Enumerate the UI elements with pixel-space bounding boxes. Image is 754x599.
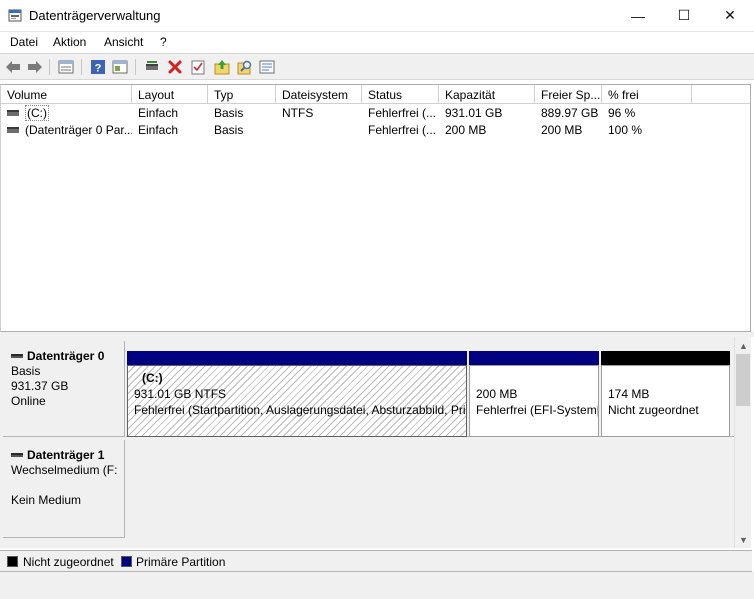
partition-efi-title [476, 370, 598, 386]
disk-management-app-icon [8, 9, 22, 22]
delete-icon[interactable] [166, 58, 184, 76]
legend-label-primary: Primäre Partition [136, 555, 226, 569]
scroll-thumb[interactable] [736, 354, 750, 406]
cell-prozent-frei: 100 % [608, 123, 643, 137]
partition-efi[interactable]: 200 MB Fehlerfrei (EFI-System| [469, 365, 599, 437]
menu-datei[interactable]: Datei [10, 35, 38, 49]
disk-icon [11, 353, 23, 358]
legend-label-unallocated: Nicht zugeordnet [23, 555, 114, 569]
scroll-down-icon[interactable]: ▼ [735, 531, 752, 548]
minimize-button[interactable]: — [615, 0, 661, 31]
cell-status: Fehlerfrei (... [368, 106, 437, 120]
maximize-button[interactable]: ☐ [661, 0, 707, 31]
partition-unallocated-status: Nicht zugeordnet [608, 403, 699, 417]
search-icon[interactable] [236, 58, 254, 76]
menu-aktion[interactable]: Aktion [53, 35, 86, 49]
partition-c[interactable]: (C:) 931.01 GB NTFS Fehlerfrei (Startpar… [127, 365, 467, 437]
disk-1-status: Kein Medium [11, 493, 82, 507]
list-view-icon[interactable] [57, 58, 75, 76]
volume-icon [7, 126, 19, 133]
status-bar [0, 572, 754, 599]
cell-volume: (Datenträger 0 Par... [25, 123, 132, 137]
column-header-status[interactable]: Status [362, 85, 439, 104]
cell-volume: (C:) [25, 105, 49, 121]
legend: Nicht zugeordnet Primäre Partition [0, 550, 752, 572]
partition-efi-size: 200 MB [476, 387, 518, 401]
disk-0-status: Online [11, 394, 46, 408]
scroll-up-icon[interactable]: ▲ [735, 337, 752, 354]
cell-dateisystem: NTFS [282, 106, 314, 120]
partition-efi-bar [469, 351, 599, 365]
cell-typ: Basis [214, 106, 244, 120]
properties-icon[interactable] [111, 58, 129, 76]
partition-unallocated-size: 174 MB [608, 387, 650, 401]
settings-icon[interactable] [258, 58, 276, 76]
partition-c-bar [127, 351, 467, 365]
disk-1-name: Datenträger 1 [27, 448, 105, 462]
close-button[interactable]: ✕ [707, 0, 753, 31]
cell-freier-speicher: 200 MB [541, 123, 583, 137]
disk-0-type: Basis [11, 364, 41, 378]
column-header-freier-speicher[interactable]: Freier Sp... [535, 85, 602, 104]
import-icon[interactable] [213, 58, 231, 76]
svg-text:?: ? [95, 63, 102, 75]
volume-icon [7, 109, 19, 116]
back-arrow-icon[interactable] [4, 58, 22, 76]
unallocated-bar [601, 351, 730, 365]
cell-layout: Einfach [138, 123, 179, 137]
cell-freier-speicher: 889.97 GB [541, 106, 599, 120]
disk-1-partitions [126, 439, 734, 548]
menu-bar: Datei Aktion Ansicht ? [0, 32, 754, 52]
menu-ansicht[interactable]: Ansicht [104, 35, 143, 49]
cell-kapazitaet: 931.01 GB [445, 106, 503, 120]
column-header-typ[interactable]: Typ [208, 85, 276, 104]
cell-kapazitaet: 200 MB [445, 123, 487, 137]
disk-0-name: Datenträger 0 [27, 349, 105, 363]
partition-unallocated-title [608, 370, 729, 386]
column-header-kapazitaet[interactable]: Kapazität [439, 85, 535, 104]
window-title: Datenträgerverwaltung [29, 8, 161, 23]
partition-c-status: Fehlerfrei (Startpartition, Auslagerungs… [134, 403, 466, 417]
connect-icon[interactable] [143, 58, 161, 76]
column-header-dateisystem[interactable]: Dateisystem [276, 85, 362, 104]
column-header-layout[interactable]: Layout [132, 85, 208, 104]
disk-0-label[interactable]: Datenträger 0 Basis 931.37 GB Online [3, 341, 125, 437]
disk-1-label[interactable]: Datenträger 1 Wechselmedium (F: Kein Med… [3, 440, 125, 538]
title-bar: Datenträgerverwaltung — ☐ ✕ [0, 0, 754, 32]
cell-layout: Einfach [138, 106, 179, 120]
disk-1-type: Wechselmedium (F: [11, 463, 118, 477]
menu-help[interactable]: ? [160, 35, 167, 49]
volume-list: Volume Layout Typ Dateisystem Status Kap… [0, 84, 751, 332]
partition-c-title: (C:) [142, 371, 163, 385]
toolbar: ? [0, 53, 754, 80]
disk-map-pane: Datenträger 0 Basis 931.37 GB Online (C:… [0, 337, 734, 548]
legend-swatch-primary [121, 556, 132, 567]
help-icon[interactable]: ? [89, 58, 107, 76]
column-header-volume[interactable]: Volume [1, 85, 132, 104]
legend-swatch-unallocated [7, 556, 18, 567]
partition-unallocated[interactable]: 174 MB Nicht zugeordnet [601, 365, 730, 437]
cell-dateisystem [276, 122, 362, 139]
cell-prozent-frei: 96 % [608, 106, 636, 120]
disk-0-size: 931.37 GB [11, 379, 69, 393]
column-header-filler [692, 85, 750, 104]
disk-icon [11, 452, 23, 457]
check-icon[interactable] [189, 58, 207, 76]
partition-c-size: 931.01 GB NTFS [134, 387, 227, 401]
cell-typ: Basis [214, 123, 244, 137]
partition-efi-status: Fehlerfrei (EFI-System| [476, 403, 599, 417]
disk-pane-scrollbar[interactable]: ▲ ▼ [734, 337, 751, 548]
column-header-prozent-frei[interactable]: % frei [602, 85, 692, 104]
disk-0-partitions: (C:) 931.01 GB NTFS Fehlerfrei (Startpar… [126, 341, 734, 437]
cell-status: Fehlerfrei (... [368, 123, 437, 137]
forward-arrow-icon[interactable] [26, 58, 44, 76]
